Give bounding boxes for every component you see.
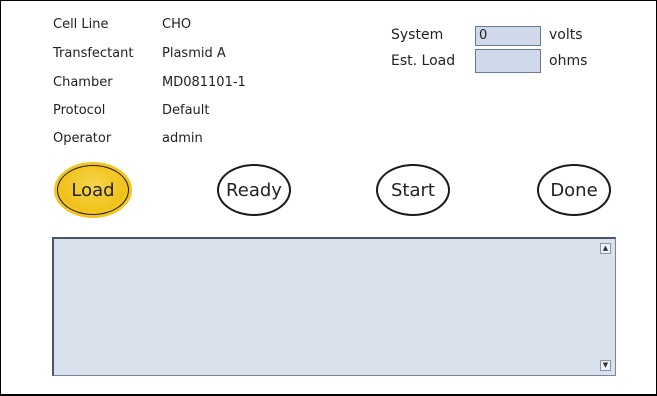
- load-button-label: Load: [71, 179, 115, 201]
- ready-button[interactable]: Ready: [217, 164, 291, 216]
- volts-unit-label: volts: [549, 27, 583, 43]
- protocol-label: Protocol: [53, 103, 106, 118]
- start-button[interactable]: Start: [376, 164, 450, 216]
- ready-button-label: Ready: [226, 179, 282, 201]
- transfectant-value: Plasmid A: [162, 46, 226, 61]
- est-load-field[interactable]: [475, 49, 541, 73]
- scroll-up-icon[interactable]: ▲: [600, 243, 611, 254]
- scroll-down-icon[interactable]: ▼: [600, 360, 611, 371]
- operator-value: admin: [162, 131, 203, 146]
- transfectant-label: Transfectant: [53, 46, 134, 61]
- protocol-value: Default: [162, 103, 210, 118]
- cell-line-value: CHO: [162, 17, 192, 32]
- cell-line-label: Cell Line: [53, 17, 109, 32]
- operator-label: Operator: [53, 131, 112, 146]
- system-label: System: [391, 27, 444, 43]
- chamber-label: Chamber: [53, 75, 113, 90]
- done-button[interactable]: Done: [537, 164, 611, 216]
- chamber-value: MD081101-1: [162, 75, 246, 90]
- system-voltage-field[interactable]: 0: [475, 26, 541, 46]
- est-load-label: Est. Load: [391, 53, 456, 69]
- start-button-label: Start: [391, 179, 435, 201]
- status-log-area[interactable]: ▲ ▼: [52, 237, 616, 376]
- done-button-label: Done: [550, 179, 598, 201]
- electroporation-screen: Cell Line CHO Transfectant Plasmid A Cha…: [0, 0, 657, 396]
- load-button[interactable]: Load: [54, 162, 132, 218]
- ohms-unit-label: ohms: [549, 53, 588, 69]
